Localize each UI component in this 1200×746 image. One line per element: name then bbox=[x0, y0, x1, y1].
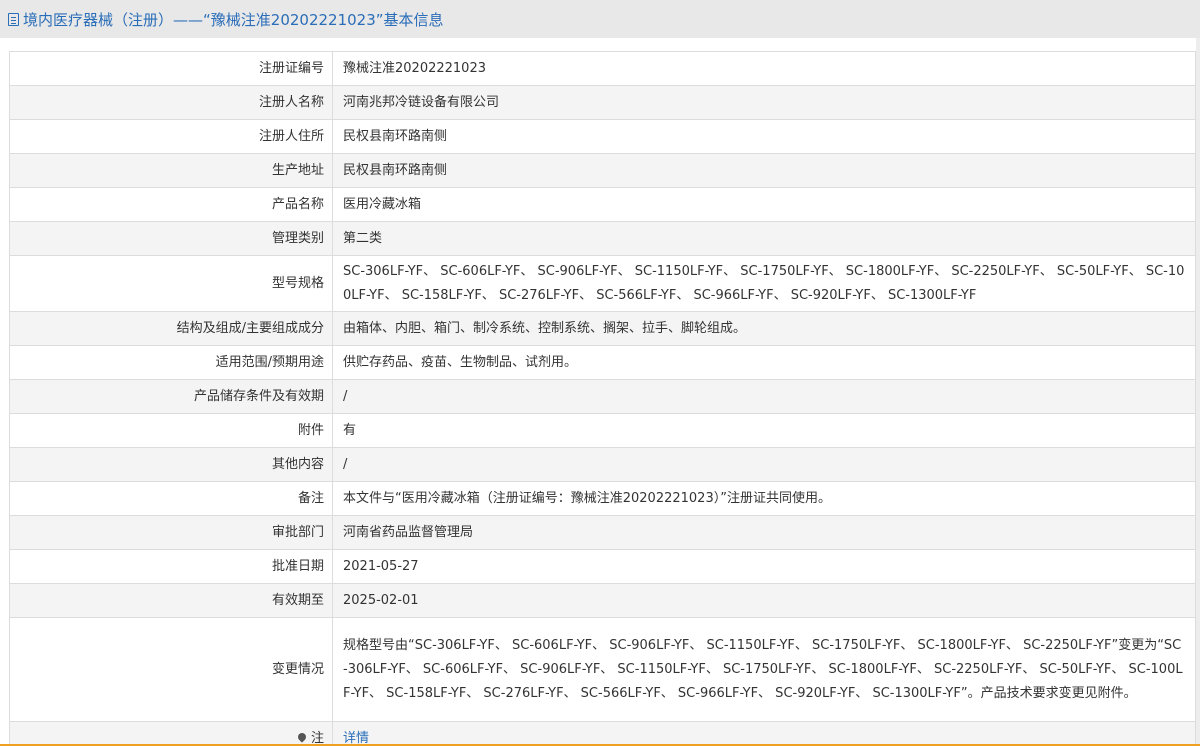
table-row: 注册人名称 河南兆邦冷链设备有限公司 bbox=[9, 85, 1196, 120]
field-value: 第二类 bbox=[332, 221, 1196, 256]
field-value: 2025-02-01 bbox=[332, 583, 1196, 618]
table-row: 生产地址 民权县南环路南侧 bbox=[9, 153, 1196, 188]
field-label: 型号规格 bbox=[9, 255, 333, 312]
field-value: 供贮存药品、疫苗、生物制品、试剂用。 bbox=[332, 345, 1196, 380]
table-row: 有效期至 2025-02-01 bbox=[9, 583, 1196, 618]
field-value: 民权县南环路南侧 bbox=[332, 153, 1196, 188]
field-value: 民权县南环路南侧 bbox=[332, 119, 1196, 154]
field-label: 附件 bbox=[9, 413, 333, 448]
table-row-note: 注 详情 bbox=[9, 721, 1196, 746]
field-label: 产品名称 bbox=[9, 187, 333, 222]
field-label: 适用范围/预期用途 bbox=[9, 345, 333, 380]
field-label: 注册人名称 bbox=[9, 85, 333, 120]
field-label: 产品储存条件及有效期 bbox=[9, 379, 333, 414]
table-row: 型号规格 SC-306LF-YF、 SC-606LF-YF、 SC-906LF-Y… bbox=[9, 255, 1196, 312]
field-value: / bbox=[332, 447, 1196, 482]
info-panel: 注册证编号 豫械注准20202221023 注册人名称 河南兆邦冷链设备有限公司 注… bbox=[0, 38, 1200, 746]
table-row: 注册人住所 民权县南环路南侧 bbox=[9, 119, 1196, 154]
info-table: 注册证编号 豫械注准20202221023 注册人名称 河南兆邦冷链设备有限公司 注… bbox=[9, 51, 1196, 746]
field-label: 注册人住所 bbox=[9, 119, 333, 154]
table-row: 产品名称 医用冷藏冰箱 bbox=[9, 187, 1196, 222]
table-row: 备注 本文件与“医用冷藏冰箱（注册证编号：豫械注准20202221023）”注册证… bbox=[9, 481, 1196, 516]
field-label: 批准日期 bbox=[9, 549, 333, 584]
field-label: 审批部门 bbox=[9, 515, 333, 550]
field-label: 生产地址 bbox=[9, 153, 333, 188]
field-value: 规格型号由“SC-306LF-YF、 SC-606LF-YF、 SC-906LF… bbox=[332, 617, 1196, 722]
pin-icon bbox=[296, 730, 308, 743]
field-label: 结构及组成/主要组成成分 bbox=[9, 311, 333, 346]
field-label: 其他内容 bbox=[9, 447, 333, 482]
field-value: 医用冷藏冰箱 bbox=[332, 187, 1196, 222]
field-value: 河南省药品监督管理局 bbox=[332, 515, 1196, 550]
note-value-cell: 详情 bbox=[332, 721, 1196, 746]
field-value: 由箱体、内胆、箱门、制冷系统、控制系统、搁架、拉手、脚轮组成。 bbox=[332, 311, 1196, 346]
table-row: 变更情况 规格型号由“SC-306LF-YF、 SC-606LF-YF、 SC-9… bbox=[9, 617, 1196, 722]
field-label: 有效期至 bbox=[9, 583, 333, 618]
field-value: 有 bbox=[332, 413, 1196, 448]
field-label: 变更情况 bbox=[9, 617, 333, 722]
table-row: 管理类别 第二类 bbox=[9, 221, 1196, 256]
page-title: 境内医疗器械（注册）——“豫械注准20202221023”基本信息 bbox=[23, 10, 444, 29]
field-label: 注册证编号 bbox=[9, 51, 333, 86]
table-row: 批准日期 2021-05-27 bbox=[9, 549, 1196, 584]
note-label-cell: 注 bbox=[9, 721, 333, 746]
field-label: 备注 bbox=[9, 481, 333, 516]
field-value: SC-306LF-YF、 SC-606LF-YF、 SC-906LF-YF、 S… bbox=[332, 255, 1196, 312]
table-row: 附件有 bbox=[9, 413, 1196, 448]
table-row: 其他内容 / bbox=[9, 447, 1196, 482]
page-title-bar: 境内医疗器械（注册）——“豫械注准20202221023”基本信息 bbox=[0, 0, 1200, 38]
table-row: 产品储存条件及有效期 / bbox=[9, 379, 1196, 414]
field-value: 豫械注准20202221023 bbox=[332, 51, 1196, 86]
table-row: 审批部门 河南省药品监督管理局 bbox=[9, 515, 1196, 550]
document-icon bbox=[8, 12, 19, 26]
field-value: / bbox=[332, 379, 1196, 414]
table-row: 注册证编号 豫械注准20202221023 bbox=[9, 51, 1196, 86]
table-row: 结构及组成/主要组成成分 由箱体、内胆、箱门、制冷系统、控制系统、搁架、拉手、脚轮… bbox=[9, 311, 1196, 346]
scrollbar-track[interactable] bbox=[1196, 38, 1200, 746]
field-value: 河南兆邦冷链设备有限公司 bbox=[332, 85, 1196, 120]
field-label: 管理类别 bbox=[9, 221, 333, 256]
table-row: 适用范围/预期用途 供贮存药品、疫苗、生物制品、试剂用。 bbox=[9, 345, 1196, 380]
field-value: 2021-05-27 bbox=[332, 549, 1196, 584]
field-value: 本文件与“医用冷藏冰箱（注册证编号：豫械注准20202221023）”注册证共同… bbox=[332, 481, 1196, 516]
